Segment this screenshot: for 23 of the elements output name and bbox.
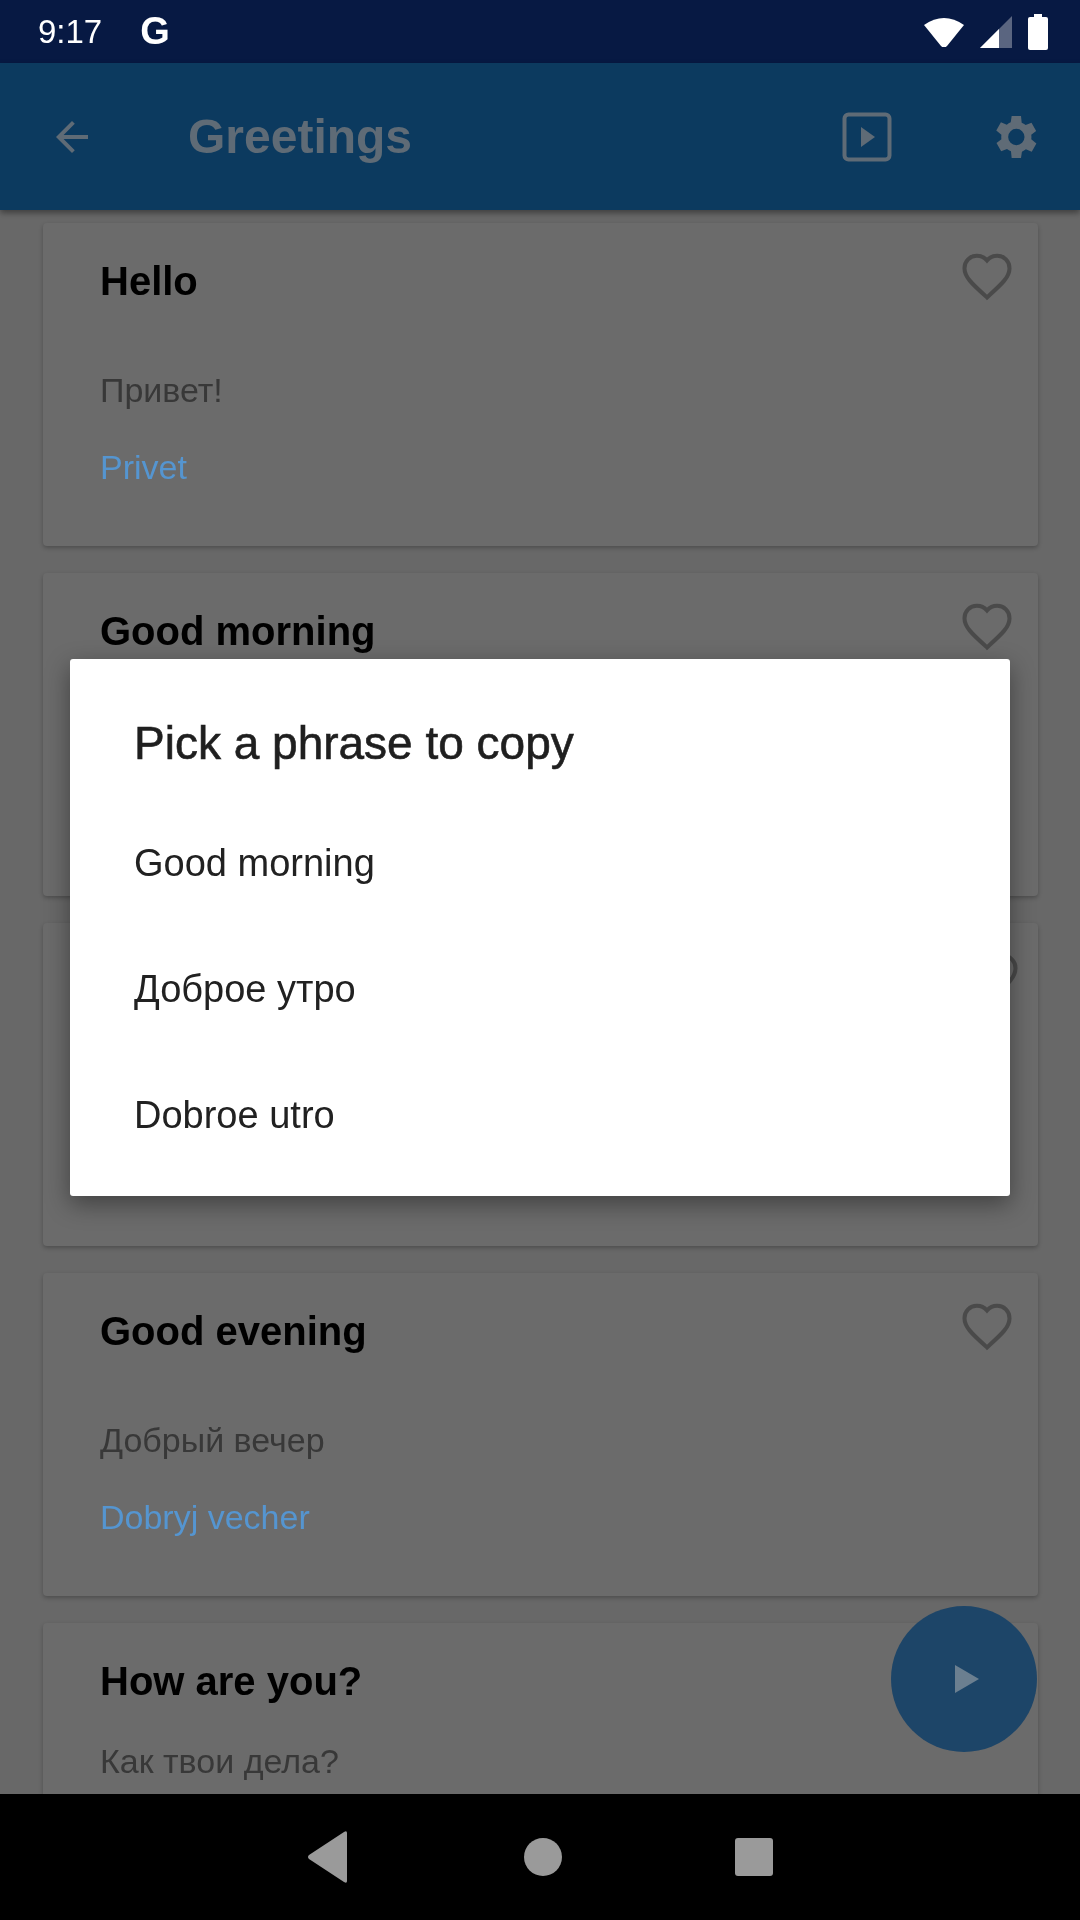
play-box-icon[interactable] (842, 111, 892, 162)
wifi-icon (924, 16, 964, 47)
heart-icon[interactable] (960, 1301, 1014, 1351)
home-icon[interactable] (524, 1838, 562, 1876)
phrase-transliteration: Dobryj vecher (100, 1498, 311, 1537)
screen-title: Greetings (188, 109, 413, 164)
signal-icon (980, 15, 1012, 48)
app-notification-letter: G (140, 10, 170, 53)
phrase-title: Good morning (100, 609, 376, 654)
dialog-option[interactable]: Доброе утро (134, 926, 946, 1052)
status-time: 9:17 (38, 12, 103, 51)
phrase-title: Hello (100, 259, 198, 304)
phrase-transliteration: Privet (100, 448, 188, 487)
heart-icon[interactable] (960, 601, 1014, 651)
dialog-title: Pick a phrase to copy (134, 716, 575, 770)
play-icon (955, 1665, 979, 1693)
dialog-option[interactable]: Dobroe utro (134, 1052, 946, 1178)
dialog-option[interactable]: Good morning (134, 800, 946, 926)
heart-icon[interactable] (960, 251, 1014, 301)
battery-icon (1028, 13, 1048, 50)
recents-icon[interactable] (735, 1838, 774, 1876)
phrase-title: Good evening (100, 1309, 367, 1354)
phrase-title: How are you? (100, 1659, 363, 1704)
